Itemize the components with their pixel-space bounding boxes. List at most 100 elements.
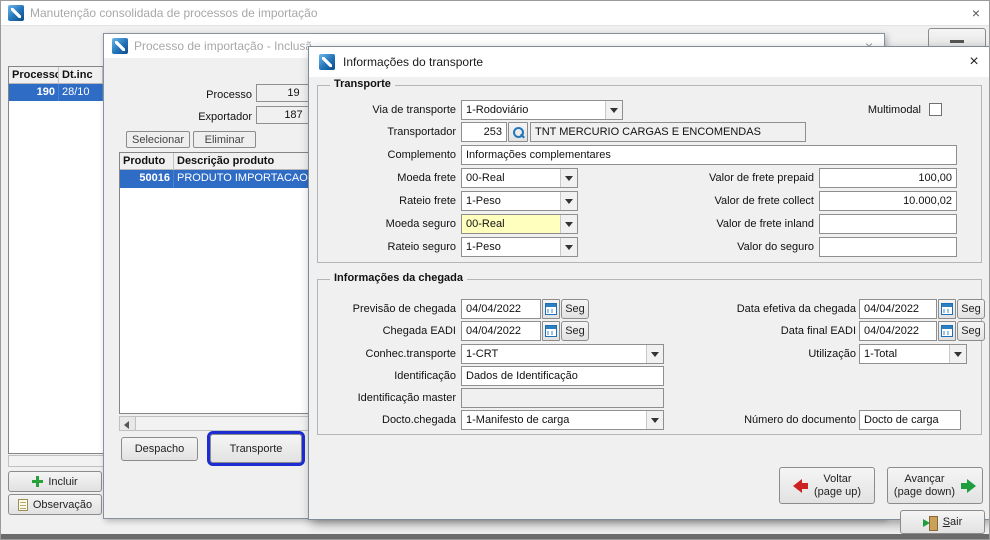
conhec-transporte-select[interactable]: 1-CRT (461, 344, 664, 364)
table-row[interactable]: 190 28/10 (9, 84, 103, 101)
observacao-button[interactable]: Observação (8, 494, 102, 515)
chevron-down-icon (560, 169, 577, 187)
moeda-frete-select[interactable]: 00-Real (461, 168, 578, 188)
avancar-label: Avançar (894, 473, 955, 486)
data-efetiva-label: Data efetiva da chegada (649, 299, 856, 319)
eliminar-button[interactable]: Eliminar (193, 131, 256, 148)
moeda-seguro-select[interactable]: 00-Real (461, 214, 578, 234)
transportador-search-button[interactable] (508, 122, 528, 142)
despacho-button[interactable]: Despacho (121, 437, 198, 461)
via-transporte-label: Via de transporte (317, 100, 456, 120)
utilizacao-label: Utilização (649, 344, 856, 364)
multimodal-label: Multimodal (809, 100, 921, 120)
rateio-seguro-select[interactable]: 1-Peso (461, 237, 578, 257)
docto-chegada-value: 1-Manifesto de carga (466, 411, 645, 429)
seg-button[interactable]: Seg (561, 299, 589, 319)
chevron-down-icon (949, 345, 966, 363)
previsao-chegada-field[interactable]: 04/04/2022 (461, 299, 541, 319)
dialog-titlebar[interactable]: Informações do transporte × (309, 47, 989, 77)
avancar-button[interactable]: Avançar (page down) (887, 467, 983, 504)
cell-processo: 190 (9, 84, 59, 101)
valor-seguro-field[interactable] (819, 237, 957, 257)
voltar-label: Voltar (814, 473, 861, 486)
calendar-icon (545, 325, 557, 337)
calendar-button[interactable] (542, 321, 560, 341)
complemento-field[interactable]: Informações complementares (461, 145, 957, 165)
identificacao-field[interactable]: Dados de Identificação (461, 366, 664, 386)
close-icon[interactable]: × (962, 0, 990, 26)
column-header-dtinc: Dt.inc (59, 67, 103, 84)
process-table-hscrollbar[interactable] (8, 455, 104, 467)
frete-inland-field[interactable] (819, 214, 957, 234)
informacoes-transporte-dialog: Informações do transporte × Transporte V… (308, 46, 990, 520)
utilizacao-select[interactable]: 1-Total (859, 344, 967, 364)
frete-prepaid-label: Valor de frete prepaid (608, 168, 814, 188)
incluir-button[interactable]: Incluir (8, 471, 102, 492)
rateio-frete-value: 1-Peso (466, 192, 559, 210)
data-efetiva-field[interactable]: 04/04/2022 (859, 299, 937, 319)
data-final-eadi-field[interactable]: 04/04/2022 (859, 321, 937, 341)
chegada-group-legend: Informações da chegada (330, 272, 467, 284)
moeda-seguro-value: 00-Real (466, 215, 559, 233)
frete-prepaid-field[interactable]: 100,00 (819, 168, 957, 188)
multimodal-checkbox[interactable] (929, 103, 942, 116)
moeda-frete-label: Moeda frete (317, 168, 456, 188)
bg-window-titlebar[interactable]: Manutenção consolidada de processos de i… (0, 0, 990, 26)
numero-documento-field[interactable]: Docto de carga (859, 410, 961, 430)
seg-label: Seg (565, 325, 585, 337)
identificacao-master-label: Identificação master (317, 388, 456, 408)
app-icon (319, 54, 335, 70)
process-table[interactable]: Processo Dt.inc 190 28/10 (8, 66, 104, 454)
back-arrow-icon (793, 479, 809, 493)
chevron-down-icon (560, 192, 577, 210)
transportador-code-field[interactable]: 253 (461, 122, 507, 142)
seg-label: Seg (565, 303, 585, 315)
transporte-button[interactable]: Transporte (210, 434, 302, 463)
incluir-label: Incluir (48, 476, 77, 488)
frete-collect-field[interactable]: 10.000,02 (819, 191, 957, 211)
observacao-label: Observação (33, 499, 92, 511)
exportador-label: Exportador (144, 108, 252, 126)
seg-button[interactable]: Seg (957, 321, 985, 341)
data-final-eadi-label: Data final EADI (649, 321, 856, 341)
selecionar-label: Selecionar (132, 134, 184, 146)
calendar-button[interactable] (542, 299, 560, 319)
cell-produto: 50016 (120, 170, 174, 188)
plus-icon (32, 476, 43, 487)
moeda-frete-value: 00-Real (466, 169, 559, 187)
chegada-eadi-field[interactable]: 04/04/2022 (461, 321, 541, 341)
app-icon (112, 38, 128, 54)
sair-button[interactable]: Sair (900, 510, 985, 534)
frete-collect-label: Valor de frete collect (608, 191, 814, 211)
calendar-button[interactable] (938, 299, 956, 319)
rateio-seguro-label: Rateio seguro (317, 237, 456, 257)
scroll-left-arrow-icon[interactable] (120, 417, 136, 430)
process-table-header: Processo Dt.inc (9, 67, 103, 84)
seg-label: Seg (961, 303, 981, 315)
docto-chegada-label: Docto.chegada (317, 410, 456, 430)
rateio-seguro-value: 1-Peso (466, 238, 559, 256)
seg-button[interactable]: Seg (561, 321, 589, 341)
seg-button[interactable]: Seg (957, 299, 985, 319)
despacho-label: Despacho (135, 443, 185, 455)
transporte-group-legend: Transporte (330, 78, 395, 90)
mid-window-title: Processo de importação - Inclusã (134, 34, 312, 58)
identificacao-master-field (461, 388, 664, 408)
rateio-frete-label: Rateio frete (317, 191, 456, 211)
selecionar-button[interactable]: Selecionar (126, 131, 190, 148)
calendar-icon (941, 303, 953, 315)
chevron-down-icon (560, 215, 577, 233)
chevron-down-icon (560, 238, 577, 256)
transportador-label: Transportador (317, 122, 456, 142)
docto-chegada-select[interactable]: 1-Manifesto de carga (461, 410, 664, 430)
close-icon[interactable]: × (959, 47, 989, 77)
previsao-chegada-label: Previsão de chegada (317, 299, 456, 319)
voltar-button[interactable]: Voltar (page up) (779, 467, 875, 504)
rateio-frete-select[interactable]: 1-Peso (461, 191, 578, 211)
frete-inland-label: Valor de frete inland (608, 214, 814, 234)
calendar-button[interactable] (938, 321, 956, 341)
avancar-sublabel: (page down) (894, 486, 955, 499)
column-header-produto: Produto (120, 153, 174, 170)
window-bottom-border (0, 534, 990, 540)
via-transporte-select[interactable]: 1-Rodoviário (461, 100, 623, 120)
